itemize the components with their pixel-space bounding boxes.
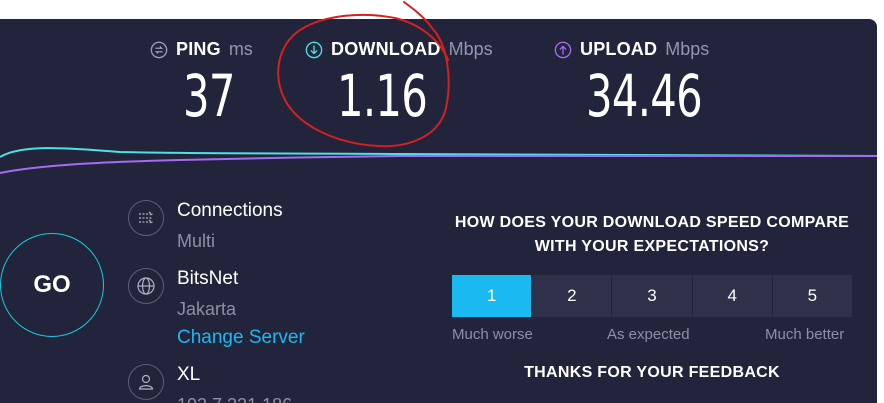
go-button[interactable]: GO bbox=[0, 233, 104, 337]
upload-arrow-icon bbox=[554, 41, 572, 58]
connections-value: Multi bbox=[177, 231, 216, 251]
provider-ip: 103.7.221.186 bbox=[177, 395, 292, 403]
user-icon bbox=[128, 364, 164, 400]
rating-option-5[interactable]: 5 bbox=[772, 275, 853, 317]
ping-metric: PING ms 37 bbox=[150, 39, 255, 130]
server-location: Jakarta bbox=[177, 299, 237, 319]
download-label: DOWNLOAD bbox=[331, 39, 441, 59]
rating-scale: 1 2 3 4 5 bbox=[452, 275, 853, 317]
ping-label: PING bbox=[176, 39, 221, 59]
download-arrow-icon bbox=[305, 41, 323, 58]
provider-name: XL bbox=[177, 364, 201, 385]
feedback-question: HOW DOES YOUR DOWNLOAD SPEED COMPARE WIT… bbox=[454, 214, 850, 255]
download-metric: DOWNLOAD Mbps 1.16 bbox=[305, 39, 493, 130]
rating-label-high: Much better bbox=[765, 326, 845, 343]
upload-speed-line bbox=[0, 154, 877, 174]
connections-icon bbox=[128, 200, 164, 236]
download-value: 1.16 bbox=[337, 62, 428, 130]
ping-icon bbox=[150, 41, 168, 58]
rating-option-1[interactable]: 1 bbox=[452, 275, 532, 317]
upload-label: UPLOAD bbox=[580, 39, 658, 59]
speed-graph bbox=[0, 147, 877, 174]
speedtest-panel: PING ms 37 DOWNLOAD Mbps 1.16 UPLOAD Mbp… bbox=[0, 19, 877, 403]
connections-label: Connections bbox=[177, 200, 283, 221]
rating-option-2[interactable]: 2 bbox=[532, 275, 612, 317]
ping-value: 37 bbox=[183, 62, 235, 130]
upload-unit: Mbps bbox=[665, 39, 710, 59]
rating-label-low: Much worse bbox=[452, 326, 533, 343]
ping-unit: ms bbox=[228, 39, 253, 59]
upload-value: 34.46 bbox=[586, 62, 703, 130]
globe-icon bbox=[128, 268, 164, 304]
change-server-link[interactable]: Change Server bbox=[177, 327, 305, 349]
rating-option-4[interactable]: 4 bbox=[692, 275, 772, 317]
feedback-thanks: THANKS FOR YOUR FEEDBACK bbox=[524, 364, 780, 381]
upload-metric: UPLOAD Mbps 34.46 bbox=[554, 39, 747, 130]
rating-label-mid: As expected bbox=[607, 326, 690, 343]
download-unit: Mbps bbox=[448, 39, 493, 59]
rating-option-3[interactable]: 3 bbox=[612, 275, 692, 317]
server-name: BitsNet bbox=[177, 268, 239, 289]
